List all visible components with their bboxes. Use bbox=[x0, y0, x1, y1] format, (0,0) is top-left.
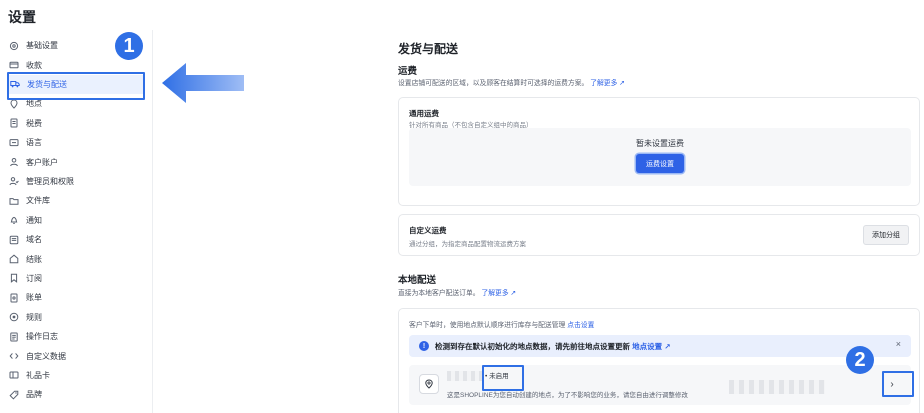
alert-message: 检测到存在默认初始化的地点数据，请先前往地点设置更新 地点设置 ↗ bbox=[435, 341, 670, 352]
local-delivery-desc-text: 直接为本地客户配送订单。 bbox=[398, 290, 480, 297]
sidebar-item[interactable]: 税费 bbox=[8, 114, 143, 133]
sidebar-item[interactable]: 操作日志 bbox=[8, 327, 143, 346]
shipping-learn-more-link[interactable]: 了解更多 bbox=[590, 80, 617, 87]
section-title: 发货与配送 bbox=[398, 42, 459, 56]
general-shipping-title: 通用运费 bbox=[409, 109, 439, 118]
users-icon bbox=[8, 176, 19, 187]
location-icon bbox=[8, 98, 19, 109]
step-2-badge: 2 bbox=[846, 346, 874, 374]
checkout-icon bbox=[8, 254, 19, 265]
close-icon[interactable]: × bbox=[896, 339, 901, 349]
code-icon bbox=[8, 351, 19, 362]
sidebar-item[interactable]: 通知 bbox=[8, 211, 143, 230]
sidebar-item-label: 域名 bbox=[26, 235, 42, 245]
sidebar-item-label: 文件库 bbox=[26, 196, 50, 206]
sidebar-item[interactable]: 礼品卡 bbox=[8, 366, 143, 385]
sidebar-item[interactable]: 自定义数据 bbox=[8, 346, 143, 365]
sidebar-item-label: 基础设置 bbox=[26, 41, 58, 51]
add-group-button[interactable]: 添加分组 bbox=[863, 225, 909, 245]
empty-shipping-box: 暂未设置运费 运费设置 bbox=[409, 128, 911, 186]
sidebar-item-label: 操作日志 bbox=[26, 332, 58, 342]
sidebar-item-label: 规则 bbox=[26, 312, 42, 322]
sidebar-item[interactable]: 域名 bbox=[8, 230, 143, 249]
empty-shipping-text: 暂未设置运费 bbox=[636, 139, 684, 148]
highlight-status-badge bbox=[482, 365, 524, 391]
sidebar-item[interactable]: 文件库 bbox=[8, 191, 143, 210]
shipping-settings-button[interactable]: 运费设置 bbox=[636, 154, 684, 173]
receipt-icon bbox=[8, 118, 19, 129]
external-link-icon: ↗ bbox=[619, 80, 625, 87]
gift-card-icon bbox=[8, 370, 19, 381]
local-learn-more-link[interactable]: 了解更多 bbox=[481, 290, 508, 297]
click-settings-link[interactable]: 点击设置 bbox=[567, 322, 594, 329]
sidebar-item[interactable]: 结账 bbox=[8, 249, 143, 268]
bill-icon bbox=[8, 292, 19, 303]
location-pin-icon bbox=[419, 374, 439, 394]
bell-icon bbox=[8, 215, 19, 226]
alert-text: 检测到存在默认初始化的地点数据，请先前往地点设置更新 bbox=[435, 342, 630, 351]
shipping-desc: 设置店铺可配送的区域，以及顾客在结算时可选择的运费方案。 了解更多 ↗ bbox=[398, 77, 625, 87]
top-bar: 设置 bbox=[0, 0, 924, 30]
shipping-desc-text: 设置店铺可配送的区域，以及顾客在结算时可选择的运费方案。 bbox=[398, 80, 589, 87]
local-delivery-card: 客户下单时，使用地点默认顺序进行库存与配送管理 点击设置 ! 检测到存在默认初始… bbox=[398, 308, 920, 413]
sidebar-item[interactable]: 管理员和权限 bbox=[8, 172, 143, 191]
arrow-icon bbox=[162, 63, 244, 103]
custom-shipping-card: 自定义运费 通过分组，为指定商品配置物流运费方案 添加分组 bbox=[398, 214, 920, 256]
sidebar-item-label: 客户账户 bbox=[26, 157, 58, 167]
location-alert: ! 检测到存在默认初始化的地点数据，请先前往地点设置更新 地点设置 ↗ × bbox=[409, 335, 911, 357]
external-link-icon: ↗ bbox=[664, 342, 671, 351]
sidebar-item-label: 税费 bbox=[26, 118, 42, 128]
general-shipping-card: 通用运费 针对所有商品（不包含自定义组中的商品） 暂未设置运费 运费设置 bbox=[398, 97, 920, 206]
sidebar-item-label: 地点 bbox=[26, 99, 42, 109]
location-settings-link[interactable]: 地点设置 bbox=[632, 342, 662, 351]
settings-icon bbox=[8, 40, 19, 51]
language-icon bbox=[8, 137, 19, 148]
sidebar-item-label: 通知 bbox=[26, 215, 42, 225]
brand-icon bbox=[8, 389, 19, 400]
sidebar-item-label: 订阅 bbox=[26, 273, 42, 283]
page-title: 设置 bbox=[8, 9, 36, 25]
sidebar-item[interactable]: 规则 bbox=[8, 308, 143, 327]
globe-icon bbox=[8, 234, 19, 245]
info-icon: ! bbox=[419, 341, 429, 351]
wallet-icon bbox=[8, 60, 19, 71]
local-intro: 客户下单时，使用地点默认顺序进行库存与配送管理 点击设置 bbox=[409, 319, 594, 329]
sidebar-item-label: 管理员和权限 bbox=[26, 176, 74, 186]
blurred-location-name bbox=[447, 371, 483, 381]
sidebar-item[interactable]: 账单 bbox=[8, 288, 143, 307]
sidebar-item-label: 礼品卡 bbox=[26, 370, 50, 380]
local-intro-text: 客户下单时，使用地点默认顺序进行库存与配送管理 bbox=[409, 322, 566, 329]
sidebar-item-label: 品牌 bbox=[26, 390, 42, 400]
external-link-icon: ↗ bbox=[510, 290, 517, 297]
sidebar-item-label: 账单 bbox=[26, 293, 42, 303]
step-1-badge: 1 bbox=[115, 32, 143, 60]
custom-shipping-subtitle: 通过分组，为指定商品配置物流运费方案 bbox=[409, 241, 526, 248]
shipping-heading: 运费 bbox=[398, 66, 418, 77]
highlight-chevron bbox=[882, 371, 914, 397]
sidebar-item[interactable]: 订阅 bbox=[8, 269, 143, 288]
sidebar-item-label: 语言 bbox=[26, 138, 42, 148]
blurred-location-info bbox=[729, 380, 825, 394]
local-delivery-desc: 直接为本地客户配送订单。 了解更多 ↗ bbox=[398, 287, 516, 297]
sidebar-item[interactable]: 客户账户 bbox=[8, 152, 143, 171]
custom-shipping-title: 自定义运费 bbox=[409, 226, 447, 235]
folder-icon bbox=[8, 195, 19, 206]
local-delivery-heading: 本地配送 bbox=[398, 275, 437, 286]
rule-icon bbox=[8, 312, 19, 323]
sidebar-item[interactable]: 品牌 bbox=[8, 385, 143, 404]
sidebar-item-label: 收款 bbox=[26, 60, 42, 70]
highlight-sidebar-shipping bbox=[7, 72, 145, 100]
log-icon bbox=[8, 331, 19, 342]
user-icon bbox=[8, 157, 19, 168]
sidebar-item-label: 结账 bbox=[26, 254, 42, 264]
sidebar-item[interactable]: 语言 bbox=[8, 133, 143, 152]
bookmark-icon bbox=[8, 273, 19, 284]
sidebar-item-label: 自定义数据 bbox=[26, 351, 66, 361]
